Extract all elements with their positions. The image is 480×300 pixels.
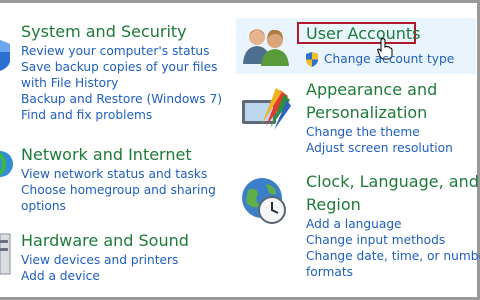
homegroup-options-link[interactable]: options — [21, 198, 216, 214]
adjust-resolution-link[interactable]: Adjust screen resolution — [306, 140, 453, 156]
category-system-security: System and Security Review your computer… — [21, 22, 222, 123]
change-theme-link[interactable]: Change the theme — [306, 124, 453, 140]
add-language-link[interactable]: Add a language — [306, 216, 480, 232]
view-network-link[interactable]: View network status and tasks — [21, 166, 216, 182]
clock-heading-line2[interactable]: Region — [306, 195, 480, 214]
change-input-methods-link[interactable]: Change input methods — [306, 232, 480, 248]
file-history-link[interactable]: with File History — [21, 75, 222, 91]
category-clock-language: Clock, Language, and Region Add a langua… — [306, 172, 480, 280]
category-appearance: Appearance and Personalization Change th… — [306, 80, 453, 156]
clock-heading-line1[interactable]: Clock, Language, and — [306, 172, 480, 191]
category-network-internet: Network and Internet View network status… — [21, 145, 216, 214]
category-hardware-sound: Hardware and Sound View devices and prin… — [21, 231, 189, 284]
system-security-heading[interactable]: System and Security — [21, 22, 222, 41]
add-device-link[interactable]: Add a device — [21, 268, 189, 284]
change-date-time-link[interactable]: Change date, time, or number — [306, 248, 480, 264]
hardware-sound-icon — [0, 233, 11, 275]
find-fix-link[interactable]: Find and fix problems — [21, 107, 222, 123]
appearance-heading-line2[interactable]: Personalization — [306, 103, 453, 122]
appearance-heading-line1[interactable]: Appearance and — [306, 80, 453, 99]
system-security-icon — [0, 40, 10, 71]
network-heading[interactable]: Network and Internet — [21, 145, 216, 164]
uac-shield-icon — [306, 52, 318, 67]
clock-language-region-icon — [242, 178, 286, 224]
backup-restore-link[interactable]: Backup and Restore (Windows 7) — [21, 91, 222, 107]
hardware-heading[interactable]: Hardware and Sound — [21, 231, 189, 250]
user-accounts-icon — [243, 29, 289, 66]
network-internet-icon — [0, 151, 13, 177]
homegroup-link[interactable]: Choose homegroup and sharing — [21, 182, 216, 198]
review-status-link[interactable]: Review your computer's status — [21, 43, 222, 59]
user-accounts-heading[interactable]: User Accounts — [306, 24, 421, 43]
save-backup-link[interactable]: Save backup copies of your files — [21, 59, 222, 75]
user-accounts-links: Change account type — [306, 51, 454, 67]
view-devices-link[interactable]: View devices and printers — [21, 252, 189, 268]
formats-link[interactable]: formats — [306, 264, 480, 280]
category-user-accounts: User Accounts — [306, 24, 421, 43]
appearance-personalization-icon — [242, 88, 291, 130]
change-account-type-link[interactable]: Change account type — [324, 51, 454, 67]
